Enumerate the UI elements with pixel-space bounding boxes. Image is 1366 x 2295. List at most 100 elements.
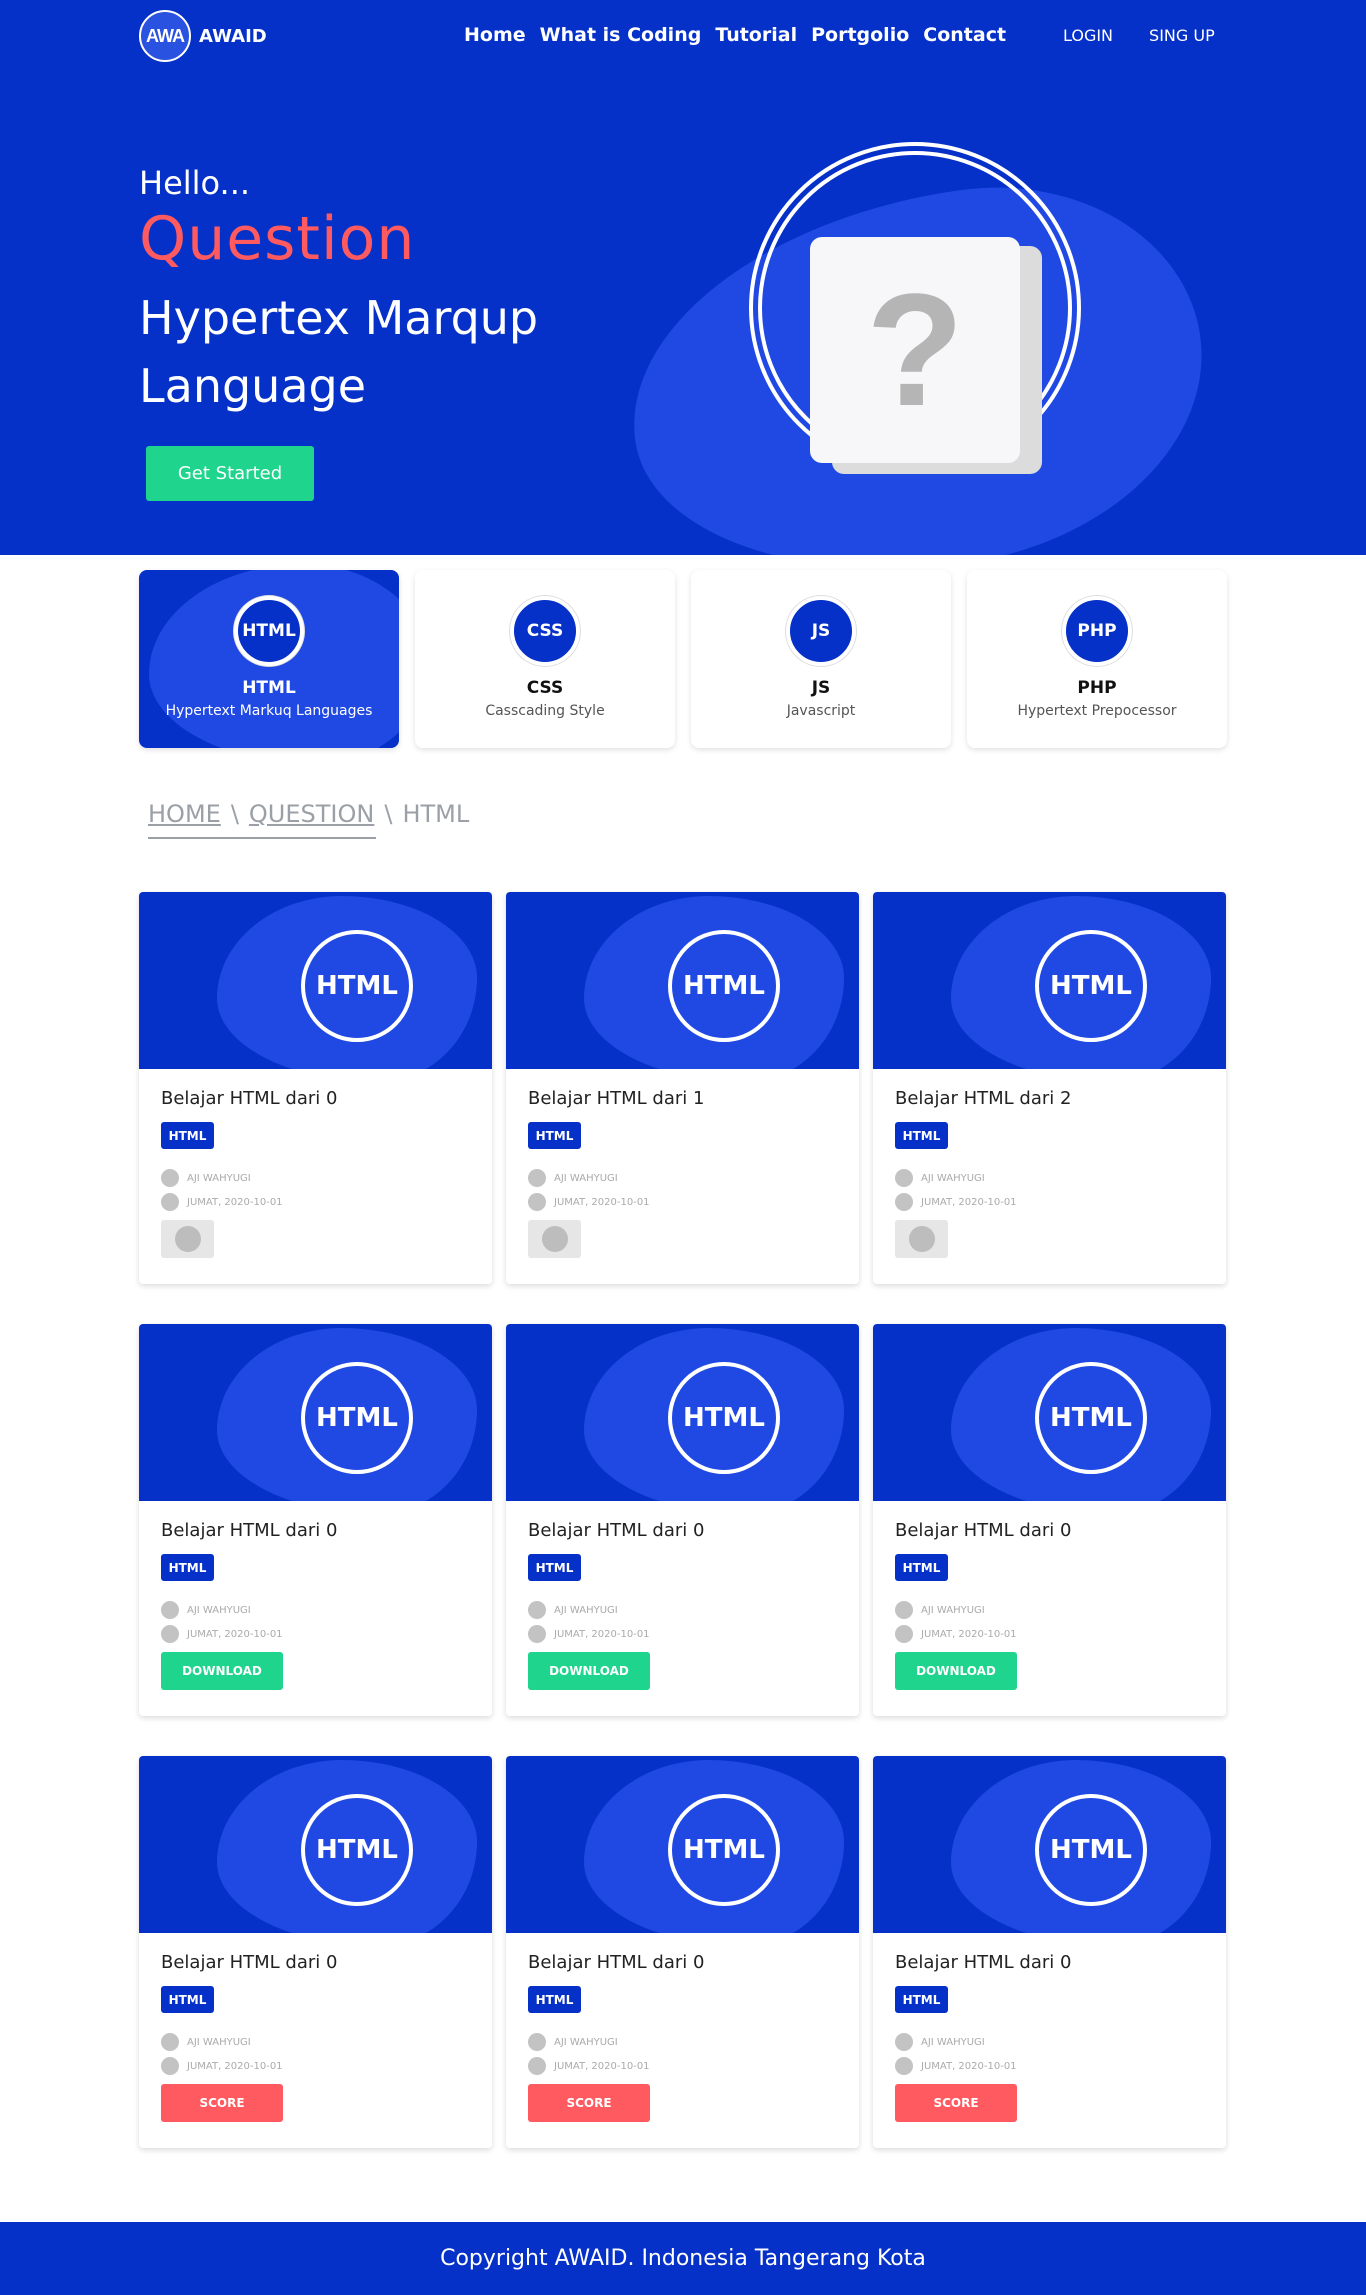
breadcrumb-question[interactable]: QUESTION [249,800,374,828]
calendar-icon [895,1625,913,1643]
post-action: SCORE [528,2084,650,2122]
post-card[interactable]: HTML Belajar HTML dari 0 HTML AJI WAHYUG… [873,1324,1226,1716]
post-tag[interactable]: HTML [528,1554,581,1581]
post-tag[interactable]: HTML [895,1986,948,2013]
post-author: AJI WAHYUGI [161,1601,251,1619]
post-author: AJI WAHYUGI [528,1169,618,1187]
nav-item-portfolio[interactable]: Portgolio [811,24,909,46]
post-date: JUMAT, 2020-10-01 [895,1625,1017,1643]
post-author-name: AJI WAHYUGI [187,2036,251,2048]
post-card[interactable]: HTML Belajar HTML dari 0 HTML AJI WAHYUG… [139,892,492,1284]
nav-item-tutorial[interactable]: Tutorial [715,24,797,46]
post-tag[interactable]: HTML [161,1554,214,1581]
category-card-php[interactable]: PHP PHP Hypertext Prepocessor [967,570,1227,748]
placeholder-button[interactable] [161,1220,214,1258]
nav-item-home[interactable]: Home [464,24,526,46]
post-title[interactable]: Belajar HTML dari 0 [161,1520,337,1541]
user-icon [528,1601,546,1619]
question-mark-icon: ? [866,260,964,439]
get-started-button[interactable]: Get Started [146,446,314,501]
post-tag[interactable]: HTML [161,1986,214,2013]
post-thumbnail: HTML [506,1756,859,1933]
download-button[interactable]: DOWNLOAD [895,1652,1017,1690]
post-card[interactable]: HTML Belajar HTML dari 0 HTML AJI WAHYUG… [506,1756,859,2148]
post-action: DOWNLOAD [528,1652,650,1690]
category-card-js[interactable]: JS JS Javascript [691,570,951,748]
category-card-html[interactable]: HTML HTML Hypertext Markuq Languages [139,570,399,748]
post-author: AJI WAHYUGI [528,1601,618,1619]
post-date: JUMAT, 2020-10-01 [161,1193,283,1211]
calendar-icon [895,2057,913,2075]
breadcrumb-underline [148,837,376,839]
post-date-text: JUMAT, 2020-10-01 [554,1196,650,1208]
post-thumbnail: HTML [873,1756,1226,1933]
post-card[interactable]: HTML Belajar HTML dari 0 HTML AJI WAHYUG… [873,1756,1226,2148]
footer: Copyright AWAID. Indonesia Tangerang Kot… [0,2222,1366,2295]
user-icon [528,1169,546,1187]
post-title[interactable]: Belajar HTML dari 0 [161,1952,337,1973]
signup-link[interactable]: SING UP [1149,26,1215,45]
post-title[interactable]: Belajar HTML dari 0 [528,1520,704,1541]
post-badge: HTML [1035,1362,1147,1474]
post-card[interactable]: HTML Belajar HTML dari 1 HTML AJI WAHYUG… [506,892,859,1284]
placeholder-button[interactable] [895,1220,948,1258]
login-link[interactable]: LOGIN [1063,26,1113,45]
category-name: CSS [526,678,564,698]
category-name: HTML [242,678,296,698]
loading-dot-icon [908,1226,935,1252]
post-tag[interactable]: HTML [895,1122,948,1149]
post-tag[interactable]: HTML [895,1554,948,1581]
breadcrumb-home[interactable]: HOME [148,800,221,828]
post-tag[interactable]: HTML [528,1122,581,1149]
post-title[interactable]: Belajar HTML dari 2 [895,1088,1071,1109]
category-card-css[interactable]: CSS CSS Casscading Style [415,570,675,748]
post-date: JUMAT, 2020-10-01 [161,2057,283,2075]
post-thumbnail: HTML [506,892,859,1069]
post-title[interactable]: Belajar HTML dari 0 [528,1952,704,1973]
nav-item-what-is-coding[interactable]: What is Coding [540,24,702,46]
post-title[interactable]: Belajar HTML dari 1 [528,1088,704,1109]
post-author-name: AJI WAHYUGI [921,2036,985,2048]
post-tag[interactable]: HTML [161,1122,214,1149]
calendar-icon [895,1193,913,1211]
post-title[interactable]: Belajar HTML dari 0 [895,1520,1071,1541]
brand-logo[interactable]: AWA AWAID [139,10,267,62]
score-button[interactable]: SCORE [895,2084,1017,2122]
breadcrumb-separator: \ [384,800,393,828]
post-card[interactable]: HTML Belajar HTML dari 0 HTML AJI WAHYUG… [139,1756,492,2148]
post-date-text: JUMAT, 2020-10-01 [921,2060,1017,2072]
post-card[interactable]: HTML Belajar HTML dari 0 HTML AJI WAHYUG… [506,1324,859,1716]
post-badge: HTML [668,930,780,1042]
post-badge: HTML [301,1362,413,1474]
post-author-name: AJI WAHYUGI [921,1604,985,1616]
post-card[interactable]: HTML Belajar HTML dari 2 HTML AJI WAHYUG… [873,892,1226,1284]
post-author: AJI WAHYUGI [161,1169,251,1187]
post-card[interactable]: HTML Belajar HTML dari 0 HTML AJI WAHYUG… [139,1324,492,1716]
user-icon [895,1169,913,1187]
hero-greeting: Hello... [139,164,251,202]
logo-mark: AWA [139,10,191,62]
score-button[interactable]: SCORE [161,2084,283,2122]
calendar-icon [528,1625,546,1643]
score-button[interactable]: SCORE [528,2084,650,2122]
post-thumbnail: HTML [139,1324,492,1501]
post-date-text: JUMAT, 2020-10-01 [187,1628,283,1640]
post-author: AJI WAHYUGI [895,2033,985,2051]
post-badge: HTML [1035,930,1147,1042]
auth-links: LOGIN SING UP [1063,26,1215,45]
post-action [528,1220,581,1258]
post-title[interactable]: Belajar HTML dari 0 [895,1952,1071,1973]
post-tag[interactable]: HTML [528,1986,581,2013]
post-date-text: JUMAT, 2020-10-01 [554,2060,650,2072]
post-title[interactable]: Belajar HTML dari 0 [161,1088,337,1109]
placeholder-button[interactable] [528,1220,581,1258]
post-date: JUMAT, 2020-10-01 [895,2057,1017,2075]
download-button[interactable]: DOWNLOAD [528,1652,650,1690]
post-date-text: JUMAT, 2020-10-01 [187,2060,283,2072]
post-date: JUMAT, 2020-10-01 [161,1625,283,1643]
brand-name: AWAID [199,25,267,47]
post-author: AJI WAHYUGI [528,2033,618,2051]
calendar-icon [161,1625,179,1643]
nav-item-contact[interactable]: Contact [923,24,1006,46]
download-button[interactable]: DOWNLOAD [161,1652,283,1690]
